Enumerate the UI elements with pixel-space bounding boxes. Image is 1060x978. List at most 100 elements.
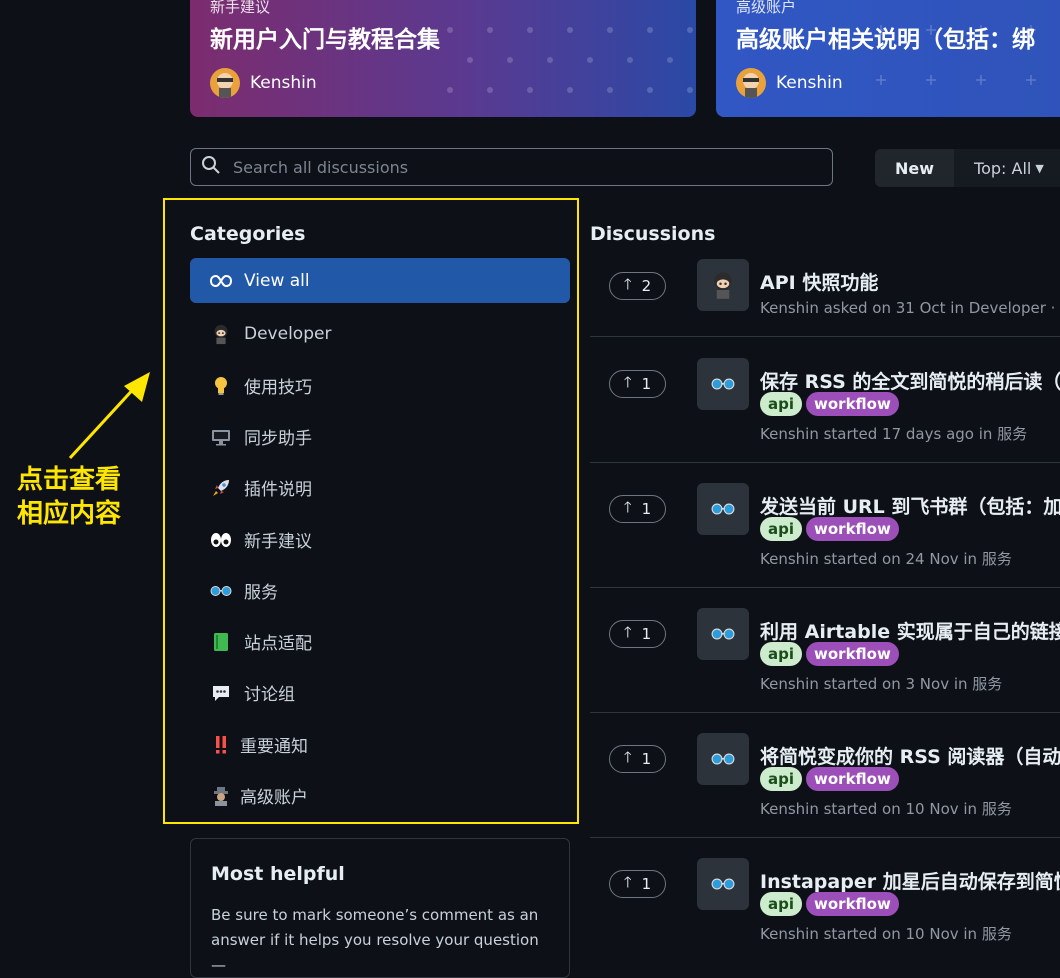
discussion-row[interactable]: 🡑 1 Instapaper 加星后自动保存到简悦 api workflow K… (590, 837, 1060, 962)
featured-title[interactable]: 新用户入门与教程合集 (210, 20, 440, 54)
label-workflow[interactable]: workflow (806, 392, 899, 416)
category-label: 同步助手 (244, 429, 312, 449)
label-workflow[interactable]: workflow (806, 642, 899, 666)
discussion-title[interactable]: 发送当前 URL 到飞书群（包括：加 (760, 492, 1060, 519)
featured-card-onboarding[interactable]: 新手建议 新用户入门与教程合集 Kenshin (190, 0, 696, 117)
glasses-icon (697, 608, 749, 660)
arrow-up-icon: 🡑 (623, 872, 632, 891)
discussion-row[interactable]: 🡑 2 API 快照功能 Kenshin asked on 31 Oct in … (590, 212, 1060, 337)
annotation-line-2: 相应内容 (17, 499, 122, 529)
double-exclamation-icon (210, 735, 232, 755)
category-item-developer[interactable]: Developer (190, 311, 570, 356)
discussion-title[interactable]: 将简悦变成你的 RSS 阅读器（自动 (760, 742, 1060, 769)
vote-count: 1 (641, 375, 652, 393)
glasses-icon (697, 483, 749, 535)
monitor-icon (210, 428, 232, 446)
arrow-up-icon: 🡑 (623, 622, 632, 641)
speech-bubble-icon (210, 684, 232, 702)
upvote-button[interactable]: 🡑 1 (609, 745, 666, 773)
search-input[interactable] (231, 156, 815, 178)
upvote-button[interactable]: 🡑 2 (609, 272, 666, 300)
glasses-icon (697, 358, 749, 410)
category-item-discussion-group[interactable]: 讨论组 (190, 670, 570, 715)
discussion-meta: Kenshin asked on 31 Oct in Developer · U… (760, 299, 1060, 317)
category-label: 站点适配 (244, 634, 312, 654)
plus-pattern (876, 25, 1036, 85)
category-item-service[interactable]: 服务 (190, 568, 570, 613)
annotation-line-1: 点击查看 (17, 465, 122, 495)
featured-category: 新手建议 (210, 0, 271, 16)
vote-count: 1 (641, 750, 652, 768)
discussion-row[interactable]: 🡑 1 发送当前 URL 到飞书群（包括：加 api workflow Kens… (590, 462, 1060, 588)
arrow-up-icon: 🡑 (623, 372, 632, 391)
discussion-meta: Kenshin started on 24 Nov in 服务 (760, 550, 1012, 568)
discussion-title[interactable]: 保存 RSS 的全文到简悦的稍后读（ (760, 367, 1060, 394)
discussion-title[interactable]: Instapaper 加星后自动保存到简悦 (760, 867, 1060, 894)
lightbulb-icon (210, 376, 232, 396)
category-item-announcements[interactable]: 重要通知 (190, 722, 570, 767)
upvote-button[interactable]: 🡑 1 (609, 495, 666, 523)
discussion-row[interactable]: 🡑 1 保存 RSS 的全文到简悦的稍后读（ api workflow Kens… (590, 337, 1060, 463)
label-list: api workflow (760, 892, 899, 916)
author-name: Kenshin (250, 73, 317, 93)
label-api[interactable]: api (760, 767, 803, 791)
search-icon (201, 155, 221, 179)
annotation-arrow (68, 372, 150, 460)
search-box[interactable] (190, 148, 833, 186)
vote-count: 2 (641, 277, 652, 295)
category-label: 插件说明 (244, 480, 312, 500)
octocat-icon (210, 322, 232, 346)
discussion-meta: Kenshin started on 3 Nov in 服务 (760, 675, 1003, 693)
avatar (736, 68, 766, 98)
category-item-premium[interactable]: 高级账户 (190, 773, 570, 818)
glasses-icon (697, 858, 749, 910)
label-api[interactable]: api (760, 392, 803, 416)
category-label: View all (244, 270, 310, 291)
upvote-button[interactable]: 🡑 1 (609, 870, 666, 898)
category-item-newbie[interactable]: 新手建议 (190, 517, 570, 562)
category-label: Developer (244, 323, 332, 344)
discussion-row[interactable]: 🡑 1 将简悦变成你的 RSS 阅读器（自动 api workflow Kens… (590, 712, 1060, 838)
upvote-button[interactable]: 🡑 1 (609, 620, 666, 648)
label-api[interactable]: api (760, 642, 803, 666)
upvote-button[interactable]: 🡑 1 (609, 370, 666, 398)
vote-count: 1 (641, 875, 652, 893)
octocat-icon (697, 259, 749, 311)
most-helpful-panel: Most helpful Be sure to mark someone’s c… (190, 838, 570, 978)
category-item-site-adapt[interactable]: 站点适配 (190, 619, 570, 664)
featured-title[interactable]: 高级账户相关说明（包括：绑 (736, 20, 1035, 54)
discussion-meta: Kenshin started on 10 Nov in 服务 (760, 800, 1012, 818)
label-list: api workflow (760, 642, 899, 666)
category-item-view-all[interactable]: View all (190, 258, 570, 303)
vote-count: 1 (641, 625, 652, 643)
featured-card-premium[interactable]: 高级账户 高级账户相关说明（包括：绑 Kenshin (716, 0, 1060, 117)
sort-top-dropdown[interactable]: Top: All ▼ (954, 149, 1060, 187)
discussion-meta: Kenshin started 17 days ago in 服务 (760, 425, 1028, 443)
label-api[interactable]: api (760, 892, 803, 916)
discussion-row[interactable]: 🡑 1 利用 Airtable 实现属于自己的链接 api workflow K… (590, 587, 1060, 713)
infinity-icon (210, 274, 232, 287)
featured-author: Kenshin (736, 68, 843, 98)
annotation-text: 点击查看 相应内容 (17, 463, 121, 531)
most-helpful-heading: Most helpful (211, 863, 345, 885)
discussion-title[interactable]: API 快照功能 (760, 268, 878, 295)
discussion-title[interactable]: 利用 Airtable 实现属于自己的链接 (760, 617, 1060, 644)
sort-top-label: Top: All (974, 158, 1032, 178)
category-item-plugins[interactable]: 插件说明 (190, 465, 570, 510)
sort-new-button[interactable]: New (875, 149, 955, 187)
category-label: 新手建议 (244, 532, 312, 552)
category-item-tips[interactable]: 使用技巧 (190, 363, 570, 408)
label-list: api workflow (760, 767, 899, 791)
label-api[interactable]: api (760, 517, 803, 541)
label-workflow[interactable]: workflow (806, 892, 899, 916)
categories-heading: Categories (190, 223, 306, 245)
category-label: 重要通知 (240, 737, 308, 757)
label-workflow[interactable]: workflow (806, 517, 899, 541)
glasses-icon (697, 733, 749, 785)
author-name: Kenshin (776, 73, 843, 93)
featured-category: 高级账户 (736, 0, 797, 16)
arrow-up-icon: 🡑 (623, 497, 632, 516)
category-label: 高级账户 (240, 788, 308, 808)
category-item-sync[interactable]: 同步助手 (190, 414, 570, 459)
label-workflow[interactable]: workflow (806, 767, 899, 791)
